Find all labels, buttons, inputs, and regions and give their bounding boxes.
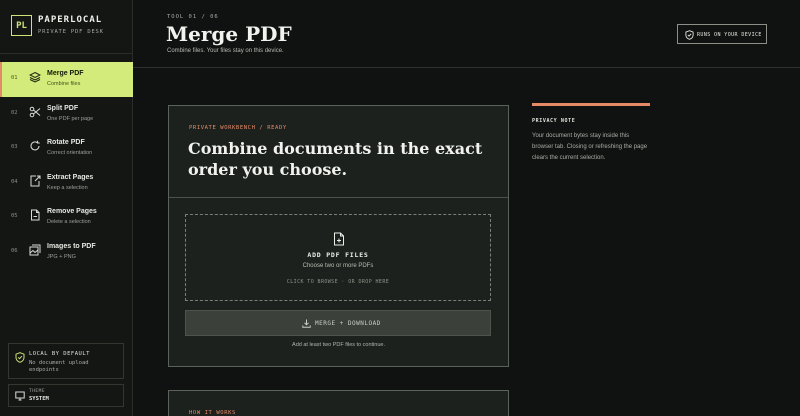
- sidebar: PL PAPERLOCAL PRIVATE PDF DESK 01 Merge …: [0, 0, 133, 416]
- card-heading: Combine documents in the exact order you…: [188, 139, 483, 179]
- runs-on-device-label: RUNS ON YOUR DEVICE: [697, 31, 762, 38]
- sidebar-item-merge-pdf[interactable]: 01 Merge PDF Combine files: [0, 62, 133, 97]
- merge-download-label: MERGE + DOWNLOAD: [315, 320, 381, 327]
- shield-check-icon: [685, 30, 694, 40]
- sidebar-item-sub: JPG + PNG: [47, 253, 76, 260]
- sidebar-item-sub: Delete a selection: [47, 219, 91, 225]
- tool-counter: TOOL 01 / 06: [167, 14, 219, 20]
- dropzone-subtitle: Choose two or more PDFs: [302, 263, 374, 269]
- sidebar-item-label: Merge PDF: [47, 70, 84, 77]
- sidebar-item-rotate-pdf[interactable]: 03 Rotate PDF Correct orientation: [0, 131, 133, 166]
- download-icon: [302, 319, 311, 328]
- sidebar-item-sub: Correct orientation: [47, 150, 93, 156]
- sidebar-item-label: Rotate PDF: [47, 139, 85, 146]
- card2-kicker: HOW IT WORKS: [189, 410, 236, 416]
- brand: PL PAPERLOCAL PRIVATE PDF DESK: [0, 0, 133, 54]
- theme-value: SYSTEM: [29, 396, 49, 402]
- merge-download-button[interactable]: MERGE + DOWNLOAD: [185, 310, 491, 336]
- sidebar-item-extract-pages[interactable]: 04 Extract Pages Keep a selection: [0, 166, 133, 201]
- rotate-icon: [30, 140, 40, 151]
- shield-check-icon: [15, 352, 25, 363]
- brand-logo: PL: [11, 15, 32, 36]
- tool-nav: 01 Merge PDF Combine files 02 Split PDF …: [0, 62, 133, 269]
- page-subtitle: Combine files. Your files stay on this d…: [167, 48, 284, 54]
- sidebar-item-remove-pages[interactable]: 05 Remove Pages Delete a selection: [0, 200, 133, 235]
- sidebar-item-number: 01: [11, 75, 18, 81]
- sidebar-item-number: 05: [11, 213, 18, 219]
- sidebar-item-images-to-pdf[interactable]: 06 Images to PDF JPG + PNG: [0, 235, 133, 270]
- sidebar-item-number: 02: [11, 109, 18, 116]
- sidebar-item-label: Split PDF: [47, 104, 79, 112]
- sidebar-item-number: 06: [11, 247, 18, 254]
- card-header: PRIVATE WORKBENCH / READY Combine docume…: [169, 106, 508, 198]
- sidebar-item-sub: Combine files: [47, 81, 81, 87]
- sidebar-item-label: Remove Pages: [47, 208, 97, 215]
- sidebar-item-number: 03: [11, 144, 18, 150]
- page-title: Merge PDF: [166, 22, 292, 46]
- runs-on-device-badge[interactable]: RUNS ON YOUR DEVICE: [677, 24, 767, 44]
- how-it-works-card: HOW IT WORKS: [168, 390, 509, 416]
- privacy-note-accent: [532, 103, 650, 106]
- merge-hint: Add at least two PDF files to continue.: [292, 342, 385, 348]
- sidebar-item-label: Extract Pages: [47, 173, 94, 181]
- file-plus-icon: [334, 232, 344, 246]
- brand-subtitle: PRIVATE PDF DESK: [38, 29, 104, 35]
- merge-workbench-card: PRIVATE WORKBENCH / READY Combine docume…: [168, 105, 509, 367]
- privacy-note-title: PRIVACY NOTE: [532, 118, 576, 124]
- local-title: LOCAL BY DEFAULT: [29, 351, 90, 357]
- dropzone-hint: CLICK TO BROWSE · OR DROP HERE: [286, 279, 390, 285]
- sidebar-item-sub: Keep a selection: [47, 184, 88, 191]
- layers-icon: [29, 71, 41, 83]
- images-icon: [29, 244, 41, 255]
- dropzone-title: ADD PDF FILES: [307, 251, 369, 259]
- extract-icon: [30, 175, 41, 186]
- monitor-icon: [15, 391, 25, 401]
- theme-title: THEME: [29, 389, 46, 394]
- local-description: No document upload endpoints: [29, 360, 89, 373]
- theme-toggle[interactable]: THEME SYSTEM: [8, 384, 124, 407]
- sidebar-item-label: Images to PDF: [47, 242, 96, 250]
- scissors-icon: [29, 106, 41, 117]
- pdf-dropzone[interactable]: ADD PDF FILES Choose two or more PDFs CL…: [185, 214, 491, 301]
- local-by-default-panel: LOCAL BY DEFAULT No document upload endp…: [8, 343, 124, 379]
- sidebar-item-sub: One PDF per page: [47, 115, 94, 122]
- page-header: TOOL 01 / 06 Merge PDF Combine files. Yo…: [133, 0, 800, 68]
- privacy-note-body: Your document bytes stay inside this bro…: [532, 133, 648, 161]
- file-minus-icon: [31, 209, 40, 221]
- sidebar-item-split-pdf[interactable]: 02 Split PDF One PDF per page: [0, 97, 133, 132]
- brand-name: PAPERLOCAL: [38, 15, 103, 25]
- card-kicker: PRIVATE WORKBENCH / READY: [189, 125, 287, 131]
- sidebar-item-number: 04: [11, 178, 18, 185]
